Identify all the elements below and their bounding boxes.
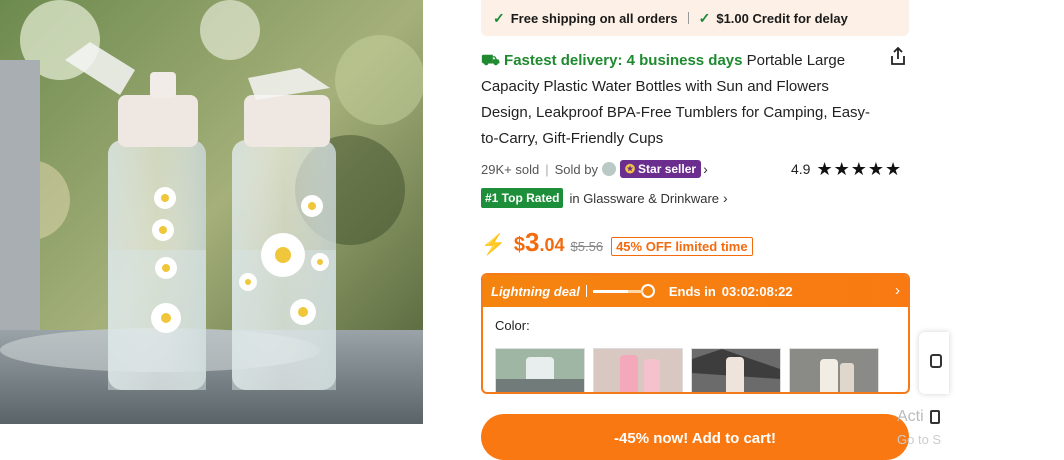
- free-shipping-text: Free shipping on all orders: [510, 10, 678, 26]
- deal-timer: 03:02:08:22: [721, 283, 793, 299]
- chevron-right-icon[interactable]: ›: [703, 161, 708, 177]
- price-integer: 3: [525, 227, 540, 257]
- delivery-label: Fastest delivery: 4 business days: [504, 52, 743, 69]
- star-icon: ✪: [624, 162, 636, 176]
- product-title: ⛟ Fastest delivery: 4 business days Port…: [481, 48, 871, 152]
- color-swatch-1[interactable]: [495, 348, 585, 392]
- deal-ends: Ends in 03:02:08:22: [669, 284, 793, 299]
- rank-row[interactable]: #1 Top Rated in Glassware & Drinkware ›: [481, 188, 728, 208]
- lightning-deal-bar[interactable]: Lightning deal Ends in 03:02:08:22 ›: [483, 275, 908, 307]
- product-image[interactable]: [0, 0, 423, 424]
- seller-avatar[interactable]: [601, 162, 616, 176]
- price-row: ⚡ $3.04 $5.56 45% OFF limited time: [481, 227, 753, 257]
- rating-value: 4.9: [791, 161, 811, 177]
- color-swatch-3[interactable]: [691, 348, 781, 392]
- side-floating-widget[interactable]: [919, 332, 949, 394]
- discount-badge: 45% OFF limited time: [611, 237, 753, 256]
- deal-progress-knob: [640, 284, 655, 298]
- sold-by-label: Sold by: [554, 161, 598, 177]
- truck-icon: ⛟: [481, 52, 505, 69]
- price-decimal: .04: [539, 235, 565, 255]
- deal-title: Lightning deal: [491, 283, 580, 299]
- add-to-cart-button[interactable]: -45% now! Add to cart!: [481, 414, 909, 460]
- divider: |: [545, 161, 549, 177]
- lightning-deal-box: Lightning deal Ends in 03:02:08:22 › Colo…: [481, 273, 910, 394]
- divider: [585, 285, 587, 297]
- chevron-right-icon[interactable]: ›: [895, 282, 900, 299]
- activation-watermark-line2: Go to S: [897, 432, 942, 447]
- current-price: $3.04: [514, 227, 565, 258]
- color-swatch-4[interactable]: [789, 348, 879, 392]
- color-swatch-2[interactable]: [593, 348, 683, 392]
- share-icon[interactable]: [887, 45, 909, 67]
- credit-delay-text: $1.00 Credit for delay: [716, 10, 848, 26]
- color-label: Color:: [495, 318, 530, 333]
- shipping-banner: ✓ Free shipping on all orders ✓ $1.00 Cr…: [481, 0, 909, 36]
- activation-watermark-line1: Acti: [897, 408, 924, 425]
- star-seller-badge[interactable]: ✪ Star seller: [619, 160, 702, 178]
- deal-progress-bar: [592, 289, 643, 293]
- star-seller-label: Star seller: [638, 162, 697, 176]
- lightning-icon: ⚡: [481, 234, 506, 256]
- check-icon: ✓: [493, 9, 505, 26]
- divider: [687, 12, 689, 24]
- sold-row: 29K+ sold | Sold by ✪ Star seller ›: [481, 158, 708, 180]
- rating-stars: ★★★★★: [816, 158, 903, 179]
- check-icon: ✓: [698, 9, 711, 26]
- rating[interactable]: 4.9 ★★★★★: [791, 158, 902, 180]
- chevron-right-icon: ›: [723, 190, 728, 206]
- clipboard-icon[interactable]: [930, 410, 940, 424]
- deal-progress-fill: [592, 289, 628, 293]
- old-price: $5.56: [570, 239, 604, 254]
- rank-category: in Glassware & Drinkware: [569, 190, 720, 206]
- chat-icon: [930, 354, 942, 368]
- ends-label: Ends in: [668, 283, 716, 299]
- sold-count: 29K+ sold: [481, 161, 540, 177]
- price-currency: $: [513, 234, 526, 256]
- top-rated-badge: #1 Top Rated: [481, 188, 564, 208]
